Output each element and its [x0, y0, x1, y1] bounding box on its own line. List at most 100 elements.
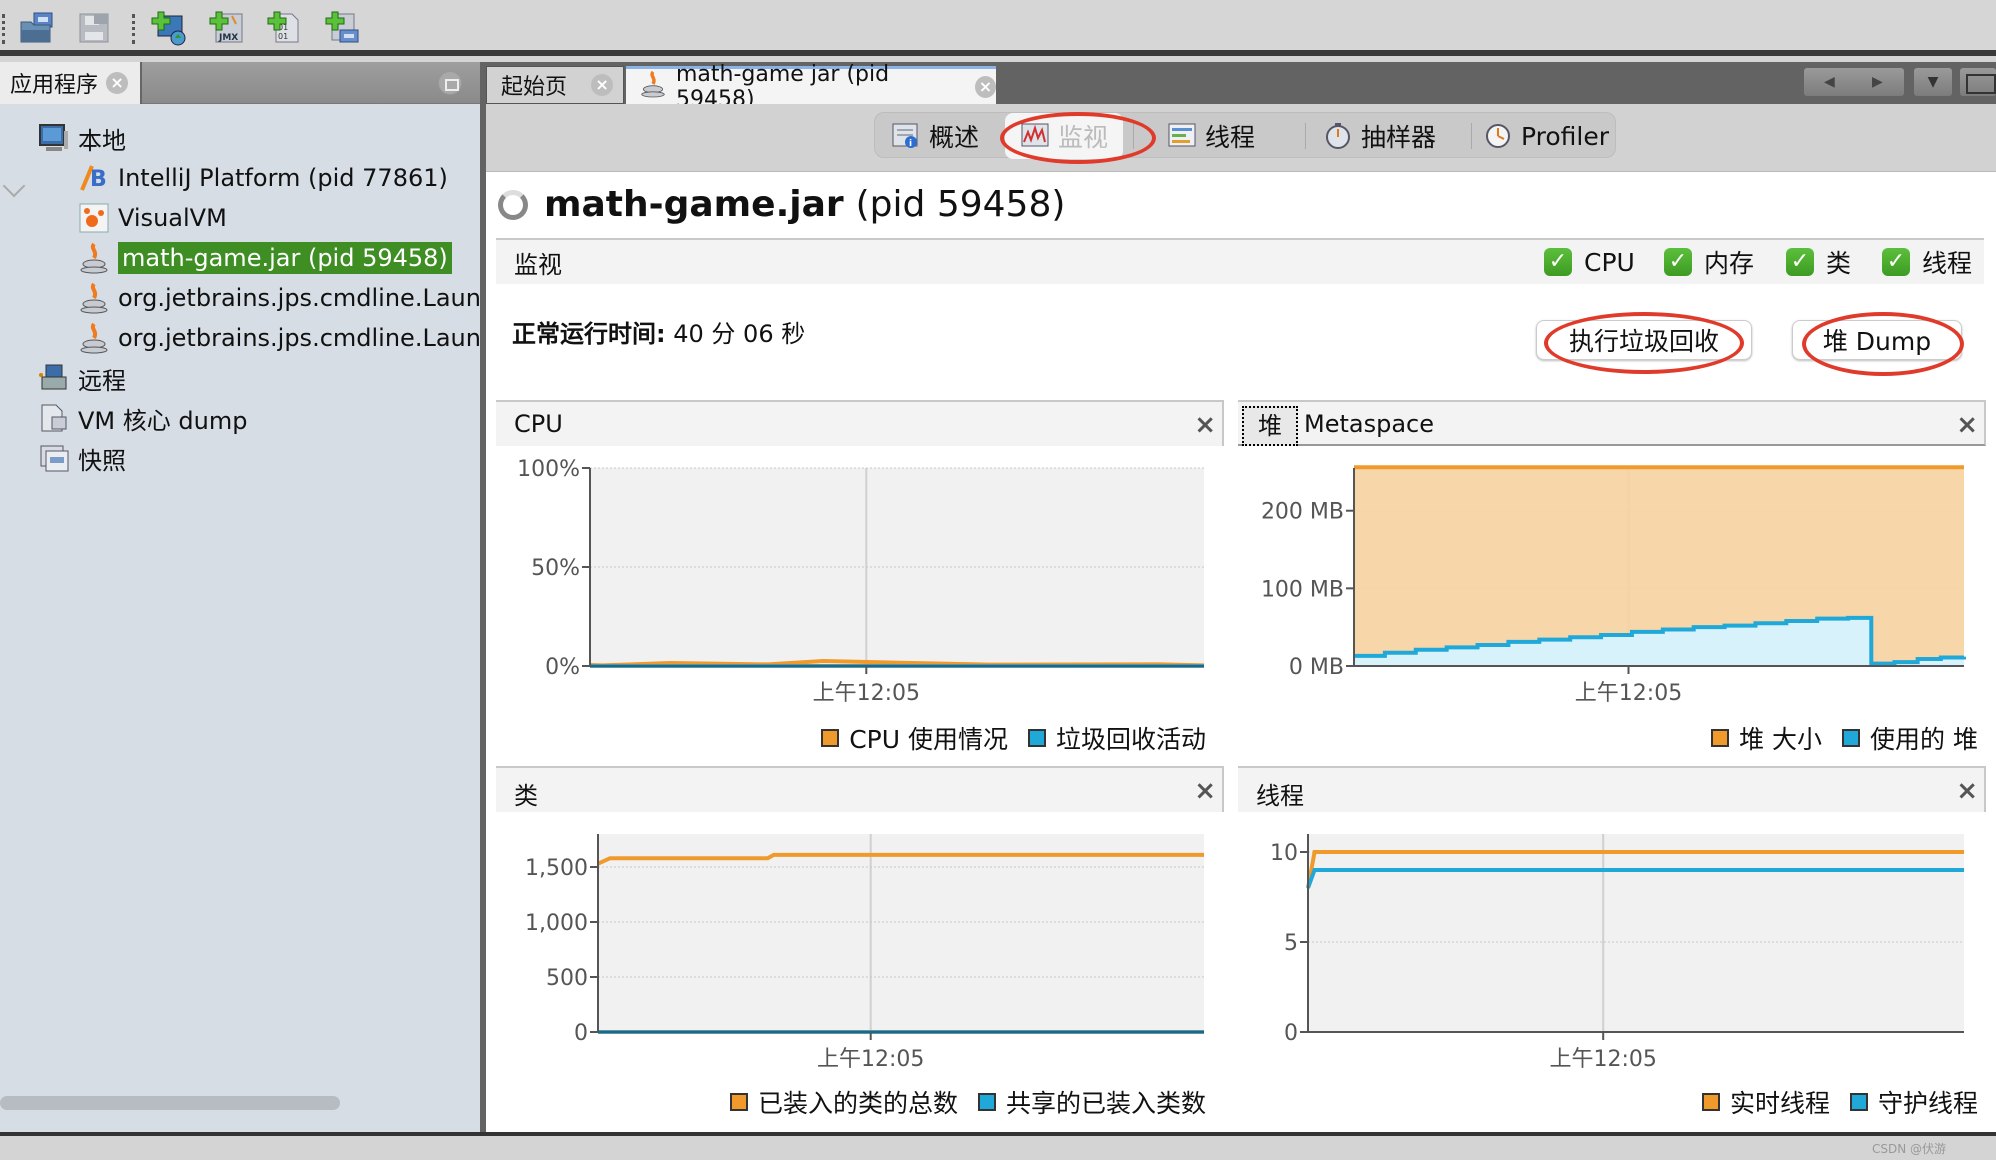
close-icon[interactable]: ×: [1194, 776, 1216, 806]
panel-title: CPU: [514, 410, 563, 438]
tree-item-label: 快照: [78, 446, 126, 475]
open-snapshot-button[interactable]: [18, 10, 56, 46]
tree-item-intellij[interactable]: B IntelliJ Platform (pid 77861): [78, 160, 448, 196]
tree-item-label: math-game.jar (pid 59458): [118, 242, 452, 274]
legend-item: 堆 大小: [1711, 720, 1822, 756]
y-tick-label: 0%: [545, 655, 580, 680]
y-tick-label: 200 MB: [1261, 500, 1344, 525]
tree-item-jps-launcher[interactable]: org.jetbrains.jps.cmdline.Launcher: [78, 320, 534, 356]
close-icon[interactable]: ×: [1956, 776, 1978, 806]
tab-start-page[interactable]: 起始页 ×: [486, 66, 624, 104]
tab-metaspace[interactable]: Metaspace: [1304, 410, 1434, 438]
tab-threads[interactable]: 线程: [1167, 113, 1287, 159]
add-coredump-button[interactable]: 01 01: [266, 10, 304, 46]
close-icon[interactable]: ×: [1956, 410, 1978, 440]
toolbar-separator: [2, 14, 5, 44]
classes-checkbox[interactable]: ✓ 类: [1786, 244, 1851, 280]
threads-chart: 0 5 10 上午12:05: [1270, 834, 1964, 1072]
horizontal-scrollbar[interactable]: [0, 1096, 340, 1110]
x-tick-label: 上午12:05: [1549, 1047, 1656, 1072]
cpu-panel: CPU × 0% 50% 100% 上午12:05 CPU 使用情况 垃圾回收活动: [496, 400, 1224, 760]
cpu-panel-header: CPU ×: [496, 400, 1224, 446]
scroll-right-button[interactable]: ▶: [1872, 74, 1883, 90]
memory-checkbox[interactable]: ✓ 内存: [1664, 244, 1754, 280]
tab-profiler[interactable]: Profiler: [1483, 113, 1617, 159]
close-icon[interactable]: ×: [1194, 410, 1216, 440]
tab-overview[interactable]: i 概述: [891, 113, 999, 159]
legend-item: 守护线程: [1849, 1084, 1978, 1120]
tree-item-jps-launcher[interactable]: org.jetbrains.jps.cmdline.Launcher: [78, 280, 534, 316]
checkbox-label: 类: [1826, 249, 1852, 278]
threads-panel: 线程 × 0 5 10 上午12:05 实时线程 守护线程: [1238, 766, 1986, 1126]
checkbox-label: 线程: [1922, 249, 1973, 278]
snapshot-icon: [38, 442, 70, 474]
legend-swatch: [1849, 1093, 1868, 1111]
sampler-icon: [1323, 122, 1353, 150]
tab-list-dropdown[interactable]: ▼: [1914, 68, 1952, 96]
tree-item-label: VisualVM: [118, 204, 227, 232]
tree-item-local[interactable]: 本地: [38, 120, 126, 156]
y-tick-label: 0: [574, 1021, 588, 1046]
svg-text:JMX: JMX: [218, 33, 238, 43]
x-tick-label: 上午12:05: [813, 681, 920, 706]
tree-item-visualvm[interactable]: VisualVM: [78, 200, 227, 236]
close-icon[interactable]: ×: [975, 75, 996, 98]
applications-tab-label: 应用程序: [10, 73, 99, 98]
panel-title: 类: [514, 782, 538, 810]
legend-swatch: [1027, 729, 1046, 747]
document-tabbar: 起始页 × math-game jar (pid 59458) × ◀ ▶ ▼: [486, 62, 1996, 112]
legend-label: 共享的已装入类数: [1005, 1089, 1206, 1118]
close-icon[interactable]: ×: [591, 74, 614, 96]
legend-item: 垃圾回收活动: [1027, 720, 1206, 756]
y-tick-label: 1,000: [525, 911, 588, 936]
threads-checkbox[interactable]: ✓ 线程: [1882, 244, 1972, 280]
legend-label: 守护线程: [1877, 1089, 1978, 1118]
tab-heap[interactable]: 堆: [1242, 406, 1298, 446]
view-tabs: i 概述 监视 线程 抽样器 Profiler: [874, 112, 1617, 159]
cpu-legend: CPU 使用情况 垃圾回收活动: [801, 720, 1206, 756]
y-tick-label: 500: [546, 966, 588, 991]
heap-dump-button[interactable]: 堆 Dump: [1792, 320, 1962, 360]
visualvm-icon: [78, 202, 110, 234]
tab-label: 抽样器: [1361, 123, 1437, 152]
x-tick-label: 上午12:05: [817, 1047, 924, 1072]
tree-item-snapshots[interactable]: 快照: [38, 440, 126, 476]
legend-swatch: [1711, 729, 1730, 747]
add-jmx-connection-button[interactable]: JMX: [208, 10, 246, 46]
perform-gc-button[interactable]: 执行垃圾回收: [1536, 320, 1752, 360]
tab-math-game[interactable]: math-game jar (pid 59458) ×: [626, 62, 996, 112]
tree-item-math-game[interactable]: math-game.jar (pid 59458): [78, 240, 452, 276]
intellij-icon: B: [78, 162, 110, 194]
legend-label: CPU 使用情况: [849, 725, 1008, 754]
add-remote-host-button[interactable]: [150, 10, 188, 46]
checkmark-icon: ✓: [1664, 248, 1692, 276]
applications-tab[interactable]: 应用程序 ×: [0, 62, 142, 104]
chevron-down-icon[interactable]: [2, 174, 26, 198]
save-button[interactable]: [76, 10, 114, 46]
checkbox-label: 内存: [1704, 249, 1755, 278]
monitor-content: math-game.jar (pid 59458) 监视 ✓ CPU ✓ 内存 ✓ 类…: [486, 172, 1996, 1132]
checkmark-icon: ✓: [1544, 248, 1572, 276]
tree-item-remote[interactable]: 远程: [38, 360, 126, 396]
close-icon[interactable]: ×: [106, 72, 129, 94]
app-pid: (pid 59458): [855, 184, 1066, 225]
legend-swatch: [821, 729, 840, 747]
legend-label: 垃圾回收活动: [1055, 725, 1206, 754]
tab-sampler[interactable]: 抽样器: [1323, 113, 1463, 159]
monitor-icon: [1020, 122, 1050, 150]
scroll-left-button[interactable]: ◀: [1824, 74, 1835, 90]
legend-label: 已装入的类的总数: [757, 1089, 958, 1118]
classes-chart: 0 500 1,000 1,500 上午12:05: [525, 834, 1204, 1072]
divider: [1133, 123, 1134, 149]
tab-monitor[interactable]: 监视: [1005, 113, 1123, 159]
save-icon: [79, 13, 109, 43]
checkbox-label: CPU: [1584, 247, 1635, 277]
tree-item-label: org.jetbrains.jps.cmdline.Launcher: [118, 284, 534, 312]
tree-item-coredump[interactable]: VM 核心 dump: [38, 400, 247, 436]
legend-label: 实时线程: [1729, 1089, 1830, 1118]
add-snapshot-button[interactable]: [324, 10, 362, 46]
maximize-button[interactable]: [1960, 68, 1996, 96]
uptime-value: 40 分 06 秒: [673, 320, 806, 348]
cpu-checkbox[interactable]: ✓ CPU: [1544, 248, 1635, 277]
minimize-panel-button[interactable]: [438, 71, 462, 95]
